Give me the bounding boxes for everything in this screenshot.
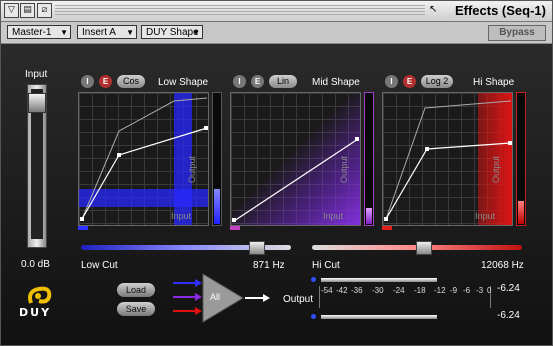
scale-tick-label: -3 [476,286,484,295]
low-shape-title: Low Shape [158,77,209,88]
scale-tick-label: -42 [336,286,348,295]
hi-cut-label: Hi Cut [312,260,340,271]
hi-curve-button[interactable]: Log 2 [421,75,453,88]
insert-dropdown[interactable]: Insert A ▼ [77,25,137,39]
mid-invert-button[interactable]: I [233,75,246,88]
hi-output-axis-label: Output [491,155,501,183]
low-cut-slider-thumb[interactable] [249,241,265,255]
scale-tick-label: -18 [414,286,426,295]
toolbar: Master-1 ▼ Insert A ▼ DUY Shape ▼ Bypass [1,22,552,44]
plugin-panel: Input 0.0 dB I E Cos Low Shape Input Out… [1,44,552,345]
hi-shape-graph[interactable]: Input Output [382,92,513,226]
plugin-window: ▽ ▤ ⧄ ↖ Effects (Seq-1) Master-1 ▼ Insert… [0,0,553,346]
scale-tick-label: 0 [487,286,492,295]
title-bar-stripes [55,5,425,16]
document-icon[interactable]: ▤ [20,3,35,18]
mid-shape-graph[interactable]: Input Output [230,92,361,226]
hi-marker [382,226,392,230]
hi-invert-button[interactable]: I [385,75,398,88]
scale-tick-label: -12 [434,286,446,295]
output-left-indicator [311,277,316,282]
low-shape-graph[interactable]: Input Output [78,92,209,226]
mid-output-axis-label: Output [339,155,349,183]
input-value: 0.0 dB [21,259,50,270]
input-fader-track[interactable] [27,84,47,248]
input-label: Input [25,69,48,80]
routing-selector[interactable]: All [201,272,245,324]
hi-enable-button[interactable]: E [403,75,416,88]
window-shade-icon[interactable]: ⧄ [37,3,52,18]
low-cut-label: Low Cut [81,260,118,271]
scale-tick-label: -30 [372,286,384,295]
chevron-down-icon: ▼ [192,28,200,37]
master-dropdown-label: Master-1 [12,27,52,38]
low-level-meter [212,92,222,226]
chevron-down-icon: ▼ [126,28,134,37]
title-bar[interactable]: ▽ ▤ ⧄ ↖ Effects (Seq-1) [1,1,552,22]
output-right-value: -6.24 [497,310,520,321]
insert-dropdown-label: Insert A [82,27,116,38]
mid-meter-fill [366,208,372,224]
low-enable-button[interactable]: E [99,75,112,88]
effect-dropdown-label: DUY Shape [146,27,199,38]
scale-tick-label: -36 [351,286,363,295]
output-left-value: -6.24 [497,283,520,294]
mid-shape-title: Mid Shape [312,77,360,88]
low-curve-button[interactable]: Cos [117,75,145,88]
output-arrow-icon [245,294,270,302]
low-cut-slider[interactable] [81,241,291,255]
hi-input-axis-label: Input [475,211,496,221]
load-button[interactable]: Load [117,283,155,297]
scale-tick-label: -6 [463,286,471,295]
scale-tick-label: -24 [393,286,405,295]
low-output-axis-label: Output [187,155,197,183]
collapse-icon[interactable]: ▽ [4,3,19,18]
low-invert-button[interactable]: I [81,75,94,88]
output-right-meter [321,315,437,319]
hi-level-meter [516,92,526,226]
input-fader-thumb[interactable] [28,93,46,113]
mid-curve-button[interactable]: Lin [269,75,297,88]
duy-logo-icon [23,285,57,307]
hi-meter-fill [518,201,524,224]
scale-tick-label: -9 [450,286,458,295]
hi-shape-title: Hi Shape [473,77,515,88]
effect-dropdown[interactable]: DUY Shape ▼ [141,25,203,39]
low-meter-fill [214,189,220,224]
master-dropdown[interactable]: Master-1 ▼ [7,25,71,39]
low-cut-value: 871 Hz [253,260,285,271]
bypass-button[interactable]: Bypass [488,25,546,41]
low-input-axis-label: Input [171,211,192,221]
scale-tick-label: -54 [321,286,333,295]
mid-level-meter [364,92,374,226]
output-label: Output [283,294,314,305]
hi-cut-value: 12068 Hz [481,260,524,271]
pin-icon[interactable]: ↖ [429,4,437,15]
routing-selector-label: All [210,292,221,302]
output-scale: -54 -42 -36 -30 -24 -18 -12 -9 -6 -3 0 [319,286,491,308]
output-left-meter [321,278,437,282]
duy-logo-text: DUY [19,306,52,319]
window-title: Effects (Seq-1) [448,3,546,18]
band-routing-arrows [173,279,202,315]
chevron-down-icon: ▼ [60,28,68,37]
hi-cut-slider-thumb[interactable] [416,241,432,255]
mid-input-axis-label: Input [323,211,344,221]
mid-marker [230,226,240,230]
low-marker [78,226,88,230]
output-right-indicator [311,314,316,319]
hi-cut-slider[interactable] [312,241,522,255]
mid-enable-button[interactable]: E [251,75,264,88]
save-button[interactable]: Save [117,302,155,316]
